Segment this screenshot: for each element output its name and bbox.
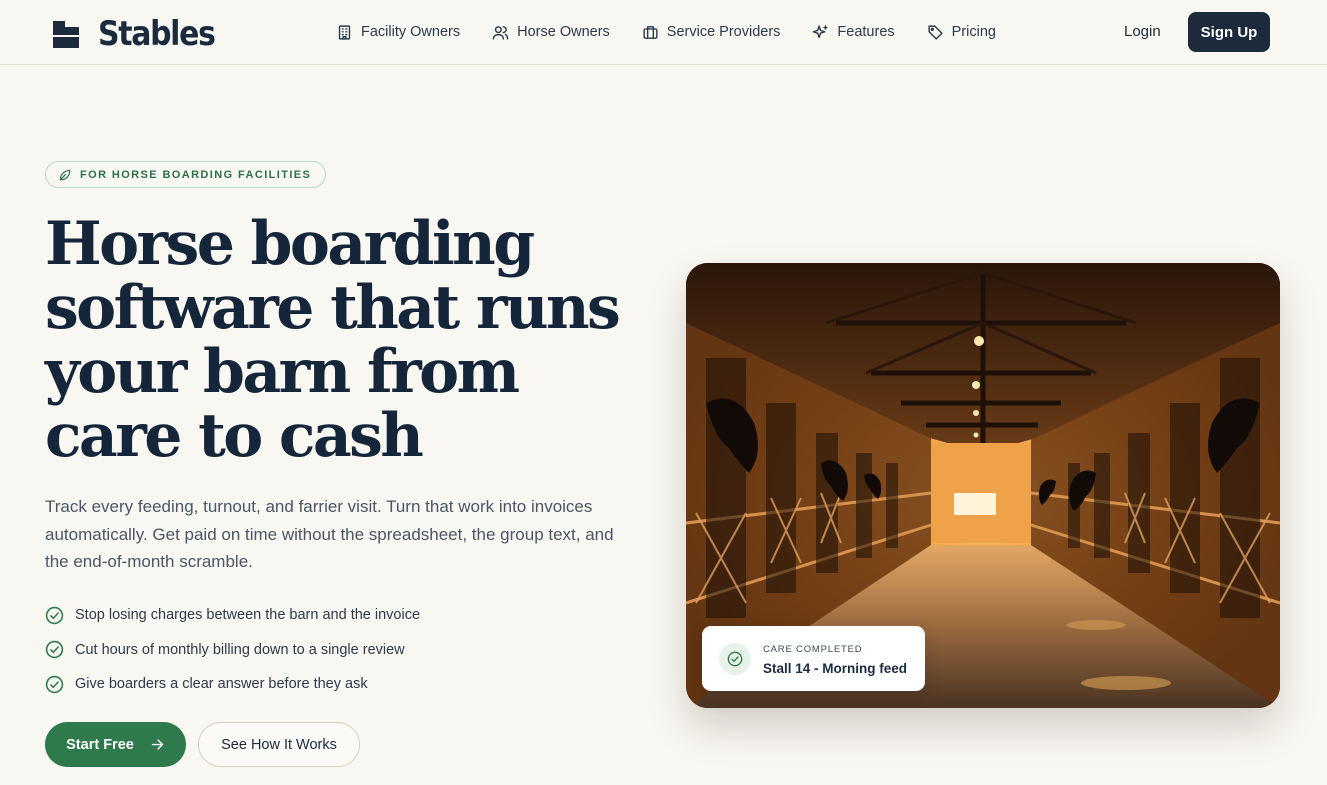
check-circle-icon [45,641,64,659]
list-item: Stop losing charges between the barn and… [45,598,420,633]
brand-name: Stables [98,14,216,54]
check-circle-icon [45,675,64,693]
check-circle-icon [45,606,64,624]
users-icon [492,25,509,40]
building-icon [338,24,351,40]
badge-text: FOR HORSE BOARDING FACILITIES [80,168,312,181]
nav-item-service-providers[interactable]: Service Providers [642,20,781,44]
benefit-text: Stop losing charges between the barn and… [75,607,421,624]
login-link[interactable]: Login [1124,23,1161,40]
briefcase-icon [643,25,658,39]
start-free-button[interactable]: Start Free [45,722,186,767]
nav-item-facility-owners[interactable]: Facility Owners [336,20,460,44]
stables-logo-icon [53,20,80,48]
signup-button[interactable]: Sign Up [1188,12,1270,52]
nav-item-label: Pricing [951,24,996,40]
care-completed-card: CARE COMPLETED Stall 14 - Morning feed [702,626,925,691]
arrow-right-icon [151,739,164,750]
brand-logo[interactable]: Stables [53,14,230,54]
hero-subheadline: Track every feeding, turnout, and farrie… [45,497,614,571]
care-card-title: Stall 14 - Morning feed [763,661,908,676]
hero-headline: Horse boarding software that runs your b… [45,209,621,471]
tag-icon [928,24,943,40]
care-card-label: CARE COMPLETED [763,644,863,655]
nav-item-features[interactable]: Features [812,20,895,44]
sparkles-icon [813,24,828,38]
care-check-icon [719,643,751,675]
start-free-label: Start Free [66,736,134,753]
benefit-list: Stop losing charges between the barn and… [45,598,420,702]
nav-item-pricing[interactable]: Pricing [927,20,996,44]
benefit-text: Cut hours of monthly billing down to a s… [75,641,405,658]
nav-links: Facility Owners Horse Owners Service Pro… [336,20,1028,44]
nav-item-label: Features [837,24,895,40]
leaf-icon [59,169,71,180]
list-item: Cut hours of monthly billing down to a s… [45,633,420,668]
list-item: Give boarders a clear answer before they… [45,667,420,702]
see-how-it-works-button[interactable]: See How It Works [198,722,360,767]
nav-item-label: Horse Owners [517,24,610,40]
nav-item-label: Service Providers [666,24,781,40]
benefit-text: Give boarders a clear answer before they… [75,676,368,693]
audience-badge: FOR HORSE BOARDING FACILITIES [45,161,327,188]
top-nav: Stables Facility Owners Horse Owners Ser… [0,0,1327,65]
nav-item-horse-owners[interactable]: Horse Owners [492,20,610,44]
nav-item-label: Facility Owners [361,24,461,40]
